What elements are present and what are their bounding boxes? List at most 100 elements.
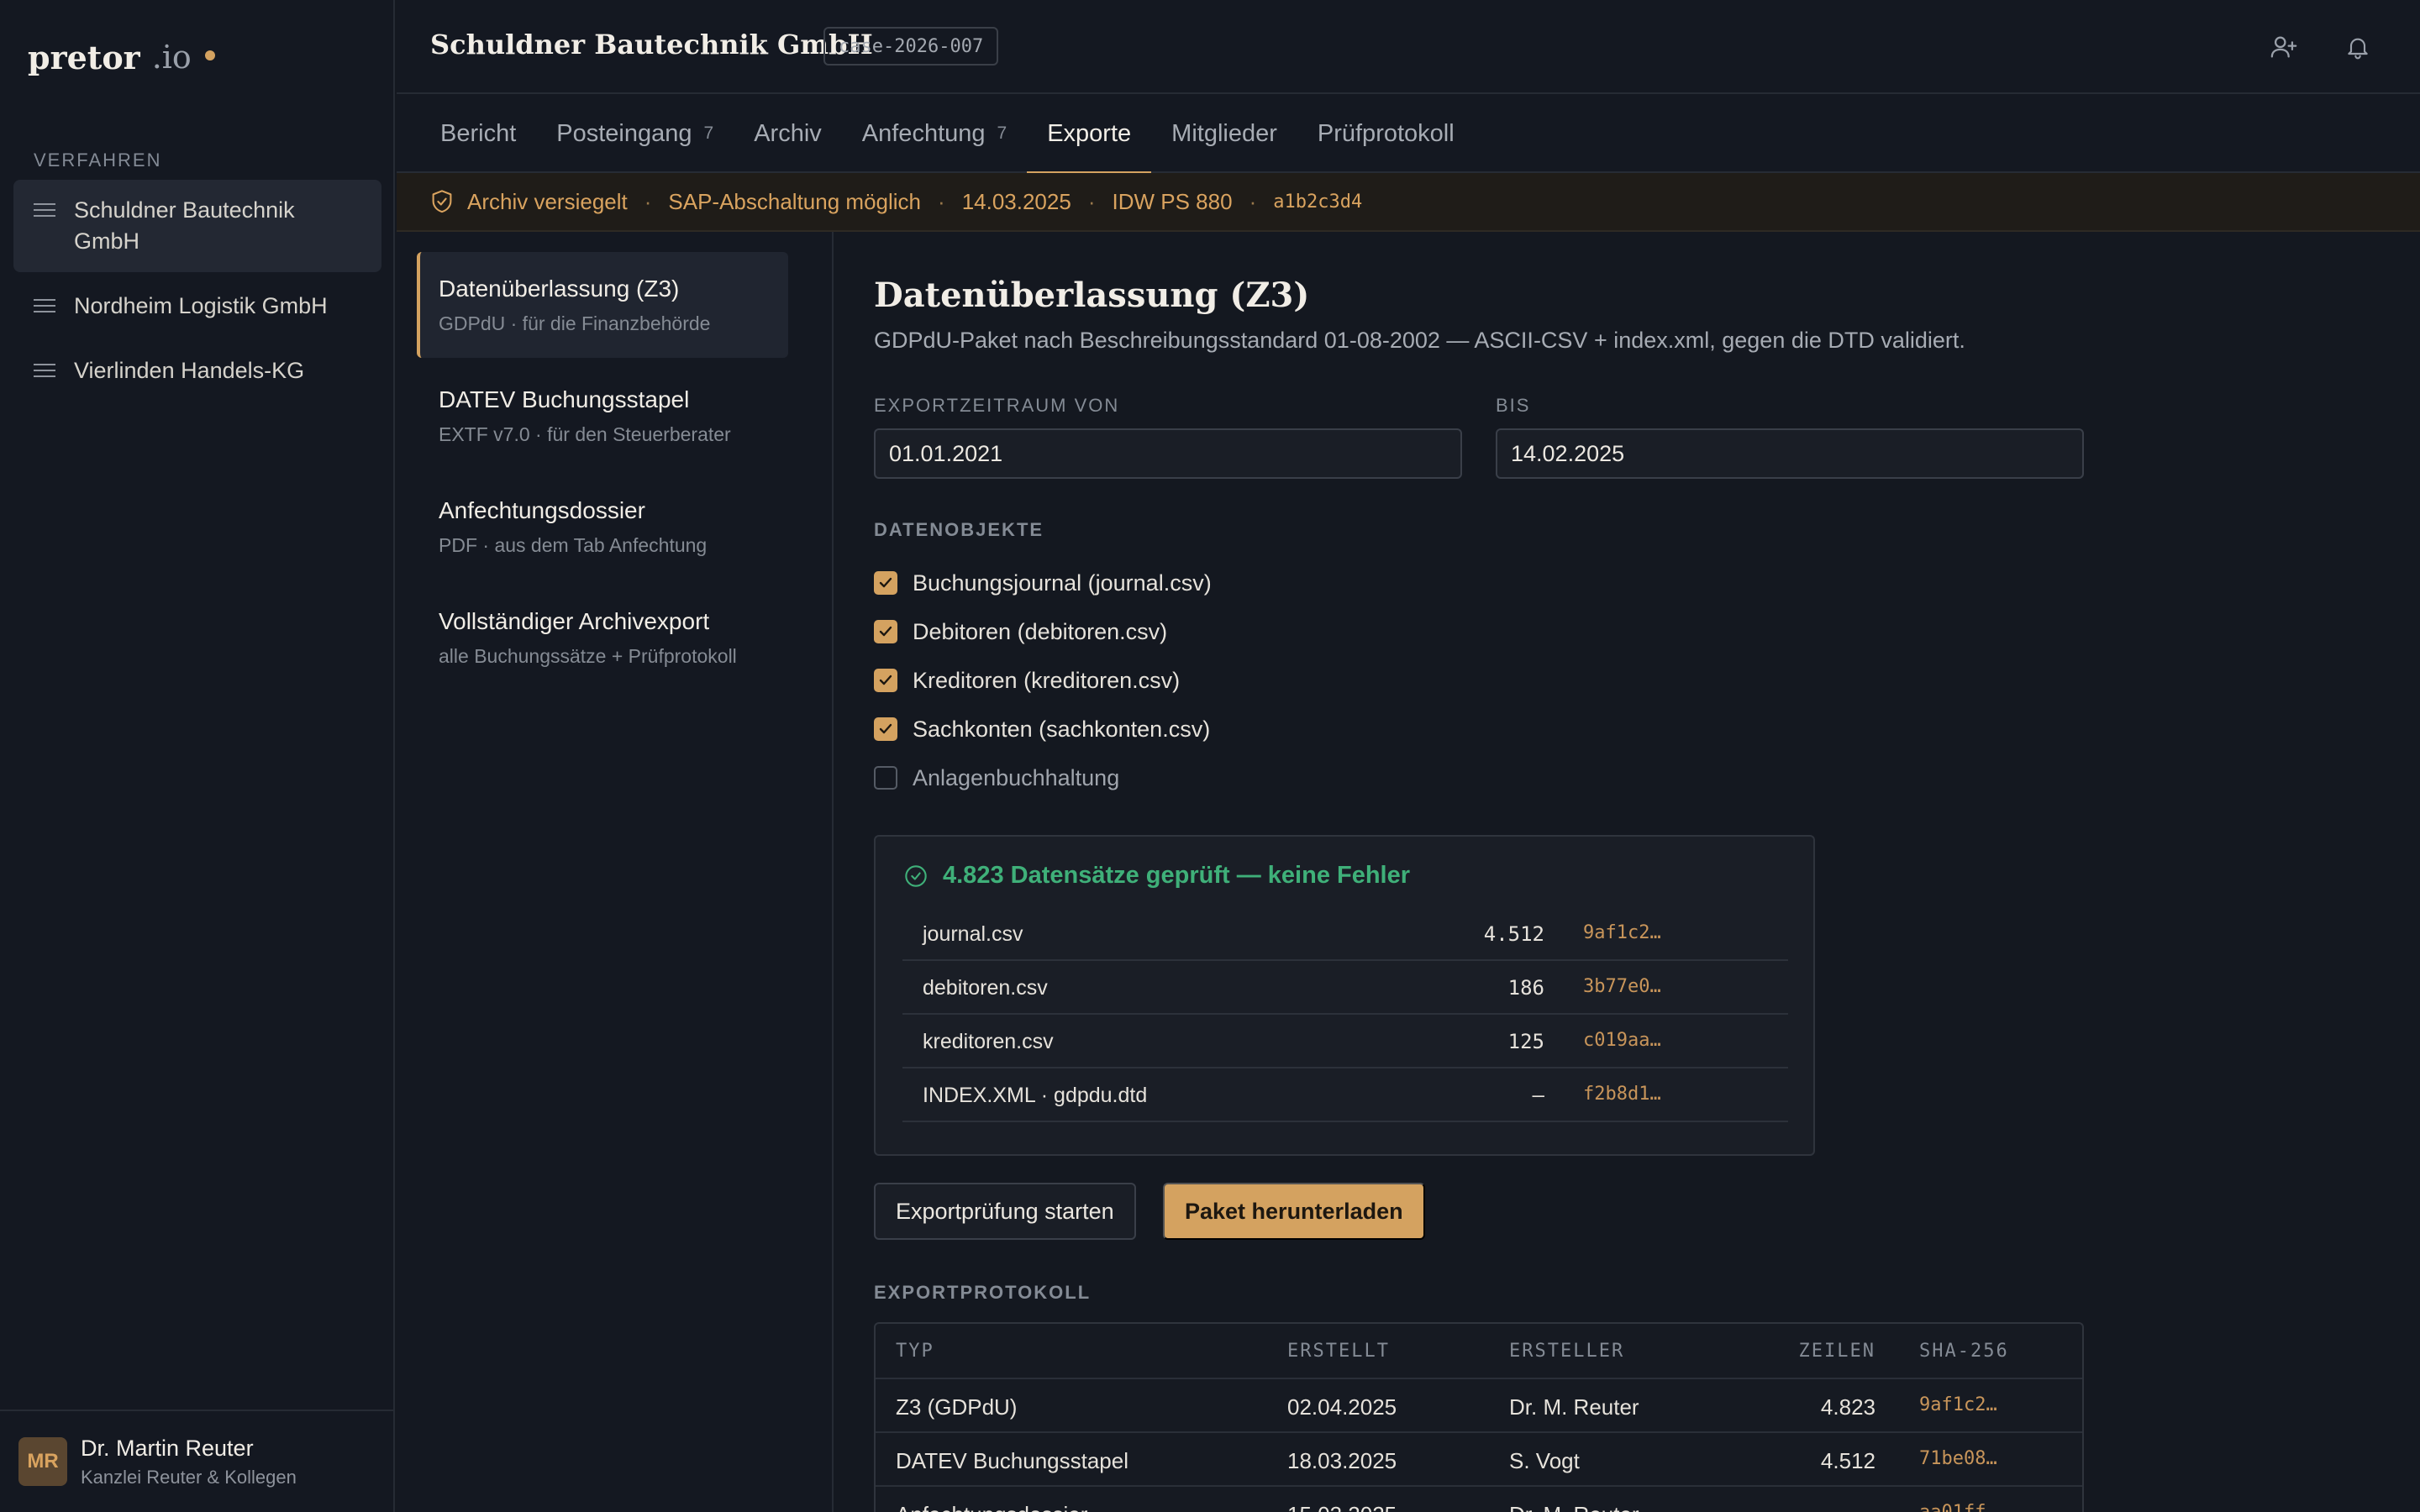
tab-archiv[interactable]: Archiv [734,94,842,173]
archive-status: Archiv versiegelt [467,188,628,214]
logo[interactable]: pretor .io [28,37,215,77]
table-row[interactable]: Anfechtungsdossier 15.03.2025 Dr. M. Reu… [876,1487,2082,1512]
sidebar-item-vierlinden-handels[interactable]: Vierlinden Handels-KG [13,340,381,402]
archive-status-banner: Archiv versiegelt · SAP-Abschaltung mögl… [397,173,2420,232]
log-rows: 4.823 [1820,1394,1876,1420]
object-sachkonten-checkbox[interactable]: Sachkonten (sachkonten.csv) [874,712,1210,746]
export-item-title: Vollständiger Archivexport [439,608,710,634]
sidebar-item-nordheim-logistik[interactable]: Nordheim Logistik GmbH [13,276,381,337]
start-export-check-button[interactable]: Exportprüfung starten [874,1183,1136,1240]
export-item-datev[interactable]: DATEV Buchungsstapel EXTF v7.0 · für den… [417,363,788,469]
tab-anfechtung[interactable]: Anfechtung 7 [842,94,1027,173]
log-type: DATEV Buchungsstapel [896,1448,1128,1473]
table-row: debitoren.csv 186 3b77e0… [902,961,1788,1015]
file-count: 4.512 [1483,922,1544,946]
tab-label: Exporte [1047,119,1132,147]
file-count: 186 [1507,976,1544,1000]
export-description: GDPdU-Paket nach Beschreibungsstandard 0… [874,328,1965,353]
data-objects-label: DATENOBJEKTE [874,519,1044,540]
seal-date: 14.03.2025 [961,188,1071,214]
object-kreditoren-checkbox[interactable]: Kreditoren (kreditoren.csv) [874,664,1180,697]
table-header: TYP ERSTELLT ERSTELLER ZEILEN SHA-256 [876,1324,2082,1379]
export-item-subtitle: GDPdU · für die Finanzbehörde [439,312,711,334]
tab-label: Anfechtung [861,119,986,147]
tab-mitglieder[interactable]: Mitglieder [1151,94,1297,173]
to-label: BIS [1496,395,1531,416]
tab-label: Prüfprotokoll [1317,119,1455,147]
tab-count: 7 [997,123,1007,143]
tab-exporte[interactable]: Exporte [1027,94,1152,175]
bell-icon[interactable] [2341,30,2375,64]
table-row[interactable]: Z3 (GDPdU) 02.04.2025 Dr. M. Reuter 4.82… [876,1379,2082,1433]
log-hash: 9af1c2… [1919,1394,1997,1415]
checkbox-label: Kreditoren (kreditoren.csv) [913,667,1181,693]
tab-posteingang[interactable]: Posteingang 7 [536,94,734,173]
column-header: ZEILEN [1798,1341,1876,1362]
checkbox-label: Buchungsjournal (journal.csv) [913,570,1212,596]
validation-summary: 4.823 Datensätze geprüft — keine Fehler [904,862,1410,890]
file-hash: f2b8d1… [1583,1084,1661,1105]
user-name: Dr. Martin Reuter [81,1435,254,1461]
tab-bericht[interactable]: Bericht [420,94,536,173]
export-item-title: DATEV Buchungsstapel [439,386,690,412]
log-rows: — [1854,1502,1876,1512]
log-hash: 71be08… [1919,1448,1997,1469]
checkbox-label: Sachkonten (sachkonten.csv) [913,716,1211,742]
checkbox-label: Debitoren (debitoren.csv) [913,618,1168,644]
validation-panel: 4.823 Datensätze geprüft — keine Fehler … [874,835,1815,1156]
tab-bar: Bericht Posteingang 7 Archiv Anfechtung 7 … [397,94,2420,175]
file-count: — [1532,1084,1544,1107]
table-row[interactable]: DATEV Buchungsstapel 18.03.2025 S. Vogt … [876,1433,2082,1487]
export-from-input[interactable] [874,428,1462,479]
export-item-subtitle: EXTF v7.0 · für den Steuerberater [439,423,731,445]
log-creator: Dr. M. Reuter [1509,1502,1639,1512]
log-creator: S. Vogt [1509,1448,1580,1473]
checkbox-unchecked-icon [874,766,897,790]
export-item-anfechtungsdossier[interactable]: Anfechtungsdossier PDF · aus dem Tab Anf… [417,474,788,580]
log-type: Anfechtungsdossier [896,1502,1087,1512]
log-created: 18.03.2025 [1287,1448,1397,1473]
column-header: ERSTELLER [1509,1341,1625,1362]
case-id-badge: case-2026-007 [823,27,999,66]
log-created: 02.04.2025 [1287,1394,1397,1420]
file-name: kreditoren.csv [923,1030,1054,1053]
tab-count: 7 [703,123,714,143]
file-hash: 9af1c2… [1583,922,1661,943]
user-plus-icon[interactable] [2267,30,2301,64]
check-circle-icon [904,864,928,888]
list-icon [34,291,55,321]
object-journal-checkbox[interactable]: Buchungsjournal (journal.csv) [874,566,1212,600]
log-creator: Dr. M. Reuter [1509,1394,1639,1420]
logo-dot [204,50,215,60]
sidebar: pretor .io VERFAHREN Schuldner Bautechni… [0,0,395,1512]
archive-hash: a1b2c3d4 [1273,191,1363,213]
export-to-input[interactable] [1496,428,2084,479]
download-package-button[interactable]: Paket herunterladen [1163,1183,1425,1240]
export-item-z3[interactable]: Datenüberlassung (Z3) GDPdU · für die Fi… [417,252,788,358]
tab-pruefprotokoll[interactable]: Prüfprotokoll [1297,94,1475,173]
avatar: MR [18,1437,67,1486]
export-item-subtitle: alle Buchungssätze + Prüfprotokoll [439,645,737,667]
validation-summary-text: 4.823 Datensätze geprüft — keine Fehler [943,862,1411,889]
header: Schuldner Bautechnik GmbH case-2026-007 [397,0,2420,94]
user-profile[interactable]: MR Dr. Martin Reuter Kanzlei Reuter & Ko… [0,1410,393,1512]
export-item-archivexport[interactable]: Vollständiger Archivexport alle Buchungs… [417,585,788,690]
table-row: kreditoren.csv 125 c019aa… [902,1015,1788,1068]
file-name: journal.csv [923,922,1023,946]
tab-label: Bericht [440,119,517,147]
column-header: ERSTELLT [1287,1341,1390,1362]
logo-tld: .io [151,39,192,76]
tab-label: Posteingang [556,119,692,147]
log-created: 15.03.2025 [1287,1502,1397,1512]
log-hash: aa01ff… [1919,1502,1997,1512]
logo-name: pretor [28,38,140,76]
sidebar-section-label: VERFAHREN [34,150,162,171]
export-type-list: Datenüberlassung (Z3) GDPdU · für die Fi… [397,232,834,1512]
object-debitoren-checkbox[interactable]: Debitoren (debitoren.csv) [874,615,1167,648]
object-anlagen-checkbox[interactable]: Anlagenbuchhaltung [874,761,1119,795]
checkbox-checked-icon [874,571,897,595]
tab-label: Mitglieder [1171,119,1277,147]
sidebar-item-schuldner-bautechnik[interactable]: Schuldner Bautechnik GmbH [13,180,381,272]
export-item-title: Datenüberlassung (Z3) [439,276,680,302]
file-hash: c019aa… [1583,1030,1661,1051]
